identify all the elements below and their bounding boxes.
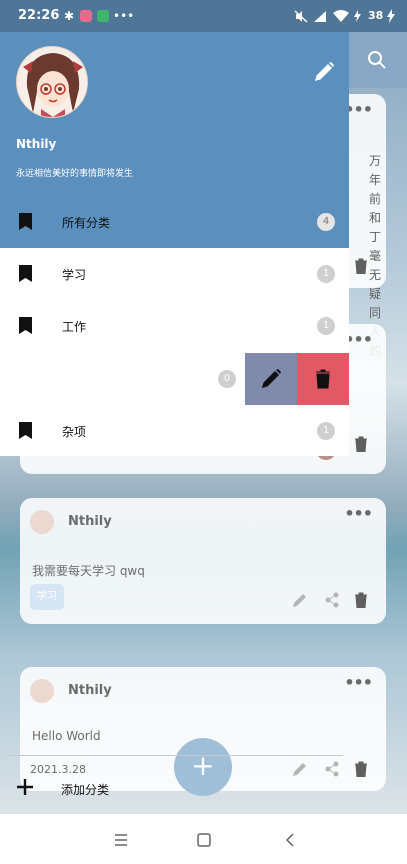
- trash-icon: [316, 369, 330, 389]
- delete-category-button[interactable]: [297, 353, 349, 405]
- category-item-swiped[interactable]: 0: [0, 353, 349, 405]
- category-count-badge: 1: [317, 265, 335, 283]
- status-bar: 22:26 ✱ ••• 38: [0, 0, 407, 32]
- home-icon[interactable]: [196, 832, 212, 848]
- user-avatar[interactable]: [16, 46, 88, 118]
- category-label: 学习: [62, 268, 87, 282]
- user-name: Nthily: [16, 137, 57, 151]
- battery-level: 38: [368, 9, 384, 22]
- category-count-badge: 4: [317, 213, 335, 231]
- category-count-badge: 1: [317, 317, 335, 335]
- bluetooth-icon: ✱: [64, 9, 75, 23]
- category-item-work[interactable]: 工作 1: [0, 300, 349, 352]
- back-icon[interactable]: [282, 832, 298, 848]
- category-item-all[interactable]: 所有分类 4: [0, 196, 349, 248]
- system-navigation-bar: [0, 814, 407, 864]
- bookmark-icon: [19, 265, 32, 282]
- category-label: 所有分类: [62, 216, 111, 230]
- navigation-drawer: Nthily 永远相信美好的事情即将发生 所有分类 4 学习 1 工作 1 0: [0, 32, 349, 814]
- category-count-badge: 0: [218, 370, 236, 388]
- bookmark-icon: [19, 213, 32, 230]
- app-notification-icon: [80, 10, 92, 22]
- edit-profile-icon[interactable]: [313, 61, 335, 83]
- data-activity-icon: [354, 10, 361, 22]
- add-category-button[interactable]: 添加分类: [61, 781, 109, 798]
- mute-icon: [294, 10, 308, 23]
- category-label: 杂项: [62, 425, 87, 439]
- bookmark-icon: [19, 317, 32, 334]
- menu-icon[interactable]: [113, 832, 129, 848]
- category-item-study[interactable]: 学习 1: [0, 248, 349, 300]
- bookmark-icon: [19, 422, 32, 439]
- edit-category-button[interactable]: [245, 353, 297, 405]
- add-icon[interactable]: [16, 778, 34, 796]
- drawer-divider: [6, 755, 343, 756]
- category-count-badge: 1: [317, 422, 335, 440]
- wechat-notification-icon: [97, 10, 109, 22]
- status-time: 22:26: [18, 8, 60, 23]
- wifi-icon: [333, 10, 349, 22]
- cellular-signal-icon: [314, 11, 326, 22]
- category-label: 工作: [62, 320, 87, 334]
- category-item-misc[interactable]: 杂项 1: [0, 405, 349, 457]
- more-notifications-icon: •••: [113, 9, 135, 23]
- user-motto: 永远相信美好的事情即将发生: [16, 169, 134, 179]
- edit-icon: [262, 369, 281, 388]
- battery-charging-icon: [387, 9, 395, 23]
